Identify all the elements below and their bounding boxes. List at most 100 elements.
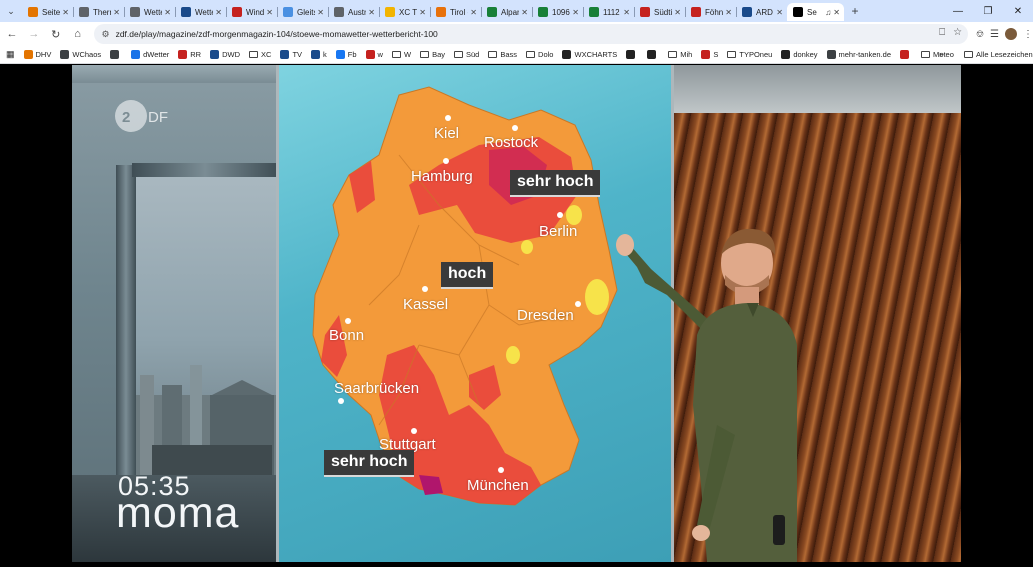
minimize-icon[interactable]: — <box>943 0 973 22</box>
tabs: Seiter✕Therm✕Wette✕Wette✕Windy✕Gleits✕Au… <box>22 1 844 21</box>
bookmark-item[interactable]: Bass <box>488 50 517 59</box>
tab-close-icon[interactable]: ✕ <box>521 8 528 17</box>
address-bar[interactable]: ⚙ zdf.de/play/magazine/zdf-morgenmagazin… <box>93 24 969 44</box>
new-tab-button[interactable]: + <box>844 4 866 18</box>
forward-icon[interactable]: → <box>24 24 44 44</box>
browser-tab[interactable]: Windy✕ <box>226 3 277 21</box>
bookmark-item[interactable]: RR <box>178 50 201 59</box>
apps-icon[interactable]: ▦ <box>6 49 15 60</box>
bookmark-item[interactable]: Meteo <box>921 50 954 59</box>
cast-icon[interactable]: ⎕ <box>939 27 945 38</box>
city-skyline <box>132 365 278 475</box>
browser-tab[interactable]: Gleits✕ <box>277 3 328 21</box>
bookmark-item[interactable] <box>900 50 912 59</box>
tab-strip: ⌄ Seiter✕Therm✕Wette✕Wette✕Windy✕Gleits✕… <box>0 0 1033 22</box>
bookmark-item[interactable]: TV <box>280 50 302 59</box>
profile-avatar[interactable] <box>1005 28 1017 40</box>
browser-tab[interactable]: 1112 ✕ <box>583 3 634 21</box>
back-icon[interactable]: ← <box>2 24 22 44</box>
site-info-icon[interactable]: ⚙ <box>102 29 110 40</box>
bookmark-item[interactable]: WXCHARTS <box>562 50 617 59</box>
browser-tab[interactable]: Föhn ✕ <box>685 3 736 21</box>
yellow-patch-berlin <box>566 205 582 225</box>
browser-tab[interactable]: Se ♫ ✕ <box>787 3 844 21</box>
bookmark-item[interactable]: TYPOneu <box>727 50 772 59</box>
tab-close-icon[interactable]: ✕ <box>674 8 681 17</box>
bookmark-label: Dolo <box>538 50 554 59</box>
bookmark-item[interactable]: DHV <box>23 50 51 59</box>
close-window-icon[interactable]: ✕ <box>1003 0 1033 22</box>
browser-tab[interactable]: Südti ✕ <box>634 3 685 21</box>
tab-close-icon[interactable]: ✕ <box>317 8 324 17</box>
tab-close-icon[interactable]: ✕ <box>215 8 222 17</box>
tab-close-icon[interactable]: ✕ <box>470 8 477 17</box>
browser-tab[interactable]: Austr ✕ <box>328 3 379 21</box>
browser-tab[interactable]: Therm✕ <box>73 3 124 21</box>
bookmark-item[interactable]: Süd <box>454 50 479 59</box>
bookmark-item[interactable]: Dolo <box>526 50 553 59</box>
city-label-dresden: Dresden <box>517 307 574 324</box>
url-text[interactable]: zdf.de/play/magazine/zdf-morgenmagazin-1… <box>116 29 438 39</box>
folder-icon <box>249 51 259 58</box>
browser-tab[interactable]: Wette✕ <box>175 3 226 21</box>
tab-close-icon[interactable]: ✕ <box>776 8 783 17</box>
browser-tab[interactable]: ARD ✕ <box>736 3 787 21</box>
extensions-icon[interactable]: ⎊ <box>976 29 984 40</box>
tab-title: Seiter <box>42 7 61 17</box>
tab-search-icon[interactable]: ⌄ <box>0 0 22 22</box>
city-label-saarbruecken: Saarbrücken <box>334 380 420 397</box>
bookmark-item[interactable]: S <box>701 50 718 59</box>
bookmark-favicon-icon <box>23 50 33 59</box>
restore-icon[interactable]: ❐ <box>973 0 1003 22</box>
tab-close-icon[interactable]: ✕ <box>833 8 840 17</box>
browser-tab[interactable]: Wette✕ <box>124 3 175 21</box>
bookmark-item[interactable]: mehr-tanken.de <box>826 50 891 59</box>
all-bookmarks[interactable]: Alle Lesezeichen <box>964 50 1033 59</box>
bookmark-item[interactable]: Bay <box>420 50 445 59</box>
menu-icon[interactable]: ⋮ <box>1023 29 1033 40</box>
media-control-icon[interactable]: ☰ <box>990 29 999 40</box>
bookmark-item[interactable]: donkey <box>781 50 818 59</box>
tab-title: Therm <box>93 7 111 17</box>
bookmark-favicon-icon <box>826 50 836 59</box>
browser-tab[interactable]: Alparc✕ <box>481 3 532 21</box>
tab-close-icon[interactable]: ✕ <box>725 8 732 17</box>
browser-tab[interactable]: Seiter✕ <box>22 3 73 21</box>
bookmark-item[interactable]: XC <box>249 50 271 59</box>
city-label-muenchen: München <box>467 477 529 494</box>
tab-close-icon[interactable]: ✕ <box>113 8 120 17</box>
bookmark-item[interactable] <box>647 50 659 59</box>
bookmark-item[interactable]: dWetter <box>131 50 169 59</box>
bookmark-favicon-icon <box>562 50 572 59</box>
tab-close-icon[interactable]: ✕ <box>419 8 426 17</box>
tab-close-icon[interactable]: ✕ <box>62 8 69 17</box>
tab-close-icon[interactable]: ✕ <box>164 8 171 17</box>
bookmark-item[interactable]: W <box>391 50 411 59</box>
reload-icon[interactable]: ↻ <box>46 24 66 44</box>
home-icon[interactable]: ⌂ <box>68 24 88 44</box>
bookmark-item[interactable]: w <box>365 50 383 59</box>
bookmark-item[interactable]: k <box>311 50 327 59</box>
tab-close-icon[interactable]: ✕ <box>266 8 273 17</box>
tab-title: Südti <box>654 7 673 17</box>
tab-favicon-icon <box>436 7 446 17</box>
bookmark-item[interactable] <box>110 50 122 59</box>
tab-close-icon[interactable]: ✕ <box>368 8 375 17</box>
browser-tab[interactable]: Tirol - ✕ <box>430 3 481 21</box>
tab-close-icon[interactable]: ✕ <box>623 8 630 17</box>
bookmark-item[interactable]: Mih <box>668 50 692 59</box>
bookmark-label: S <box>713 50 719 59</box>
bookmark-item[interactable]: WChaos <box>60 50 101 59</box>
window-frame-top <box>132 163 278 177</box>
show-logo: moma <box>116 489 240 537</box>
browser-tab[interactable]: 1096 ✕ <box>532 3 583 21</box>
bookmark-item[interactable]: DWD <box>210 50 240 59</box>
tab-close-icon[interactable]: ✕ <box>572 8 579 17</box>
bookmark-star-icon[interactable]: ☆ <box>953 27 962 38</box>
bookmark-item[interactable]: Fb <box>335 50 357 59</box>
bookmark-item[interactable] <box>626 50 638 59</box>
tab-audio-icon[interactable]: ♫ <box>825 8 831 17</box>
video-player[interactable]: 2 DF 05:35 moma Kiel Rostock Hamburg Ber… <box>72 65 961 562</box>
browser-tab[interactable]: XC Th✕ <box>379 3 430 21</box>
more-bookmarks-icon[interactable]: » <box>939 49 944 59</box>
